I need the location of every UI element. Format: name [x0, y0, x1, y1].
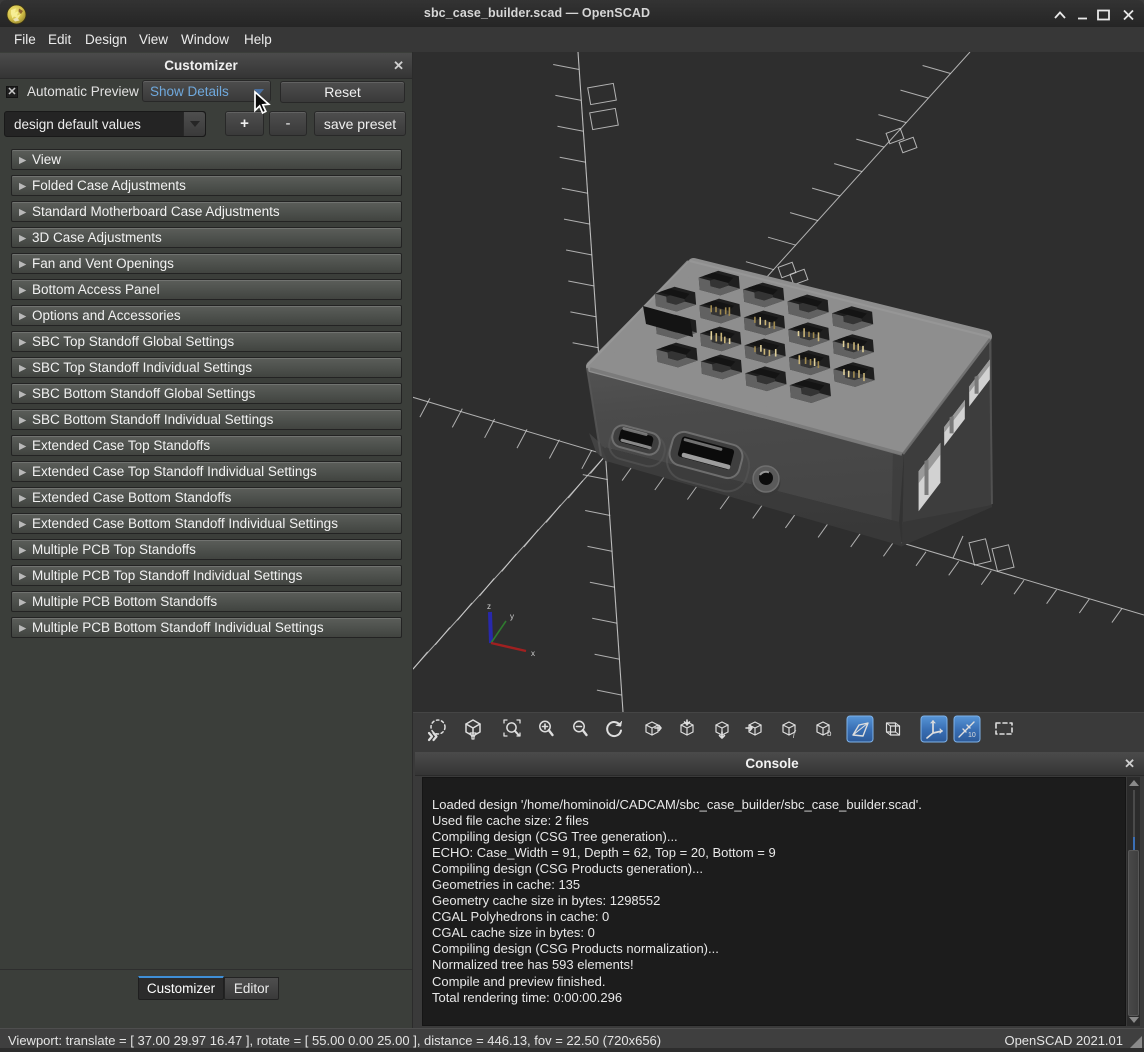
svg-text:z: z [487, 602, 491, 611]
svg-text:x: x [531, 649, 535, 658]
svg-text:10: 10 [968, 732, 976, 739]
svg-text:f: f [793, 729, 797, 738]
svg-text:y: y [510, 612, 514, 621]
svg-text:b: b [827, 729, 832, 738]
